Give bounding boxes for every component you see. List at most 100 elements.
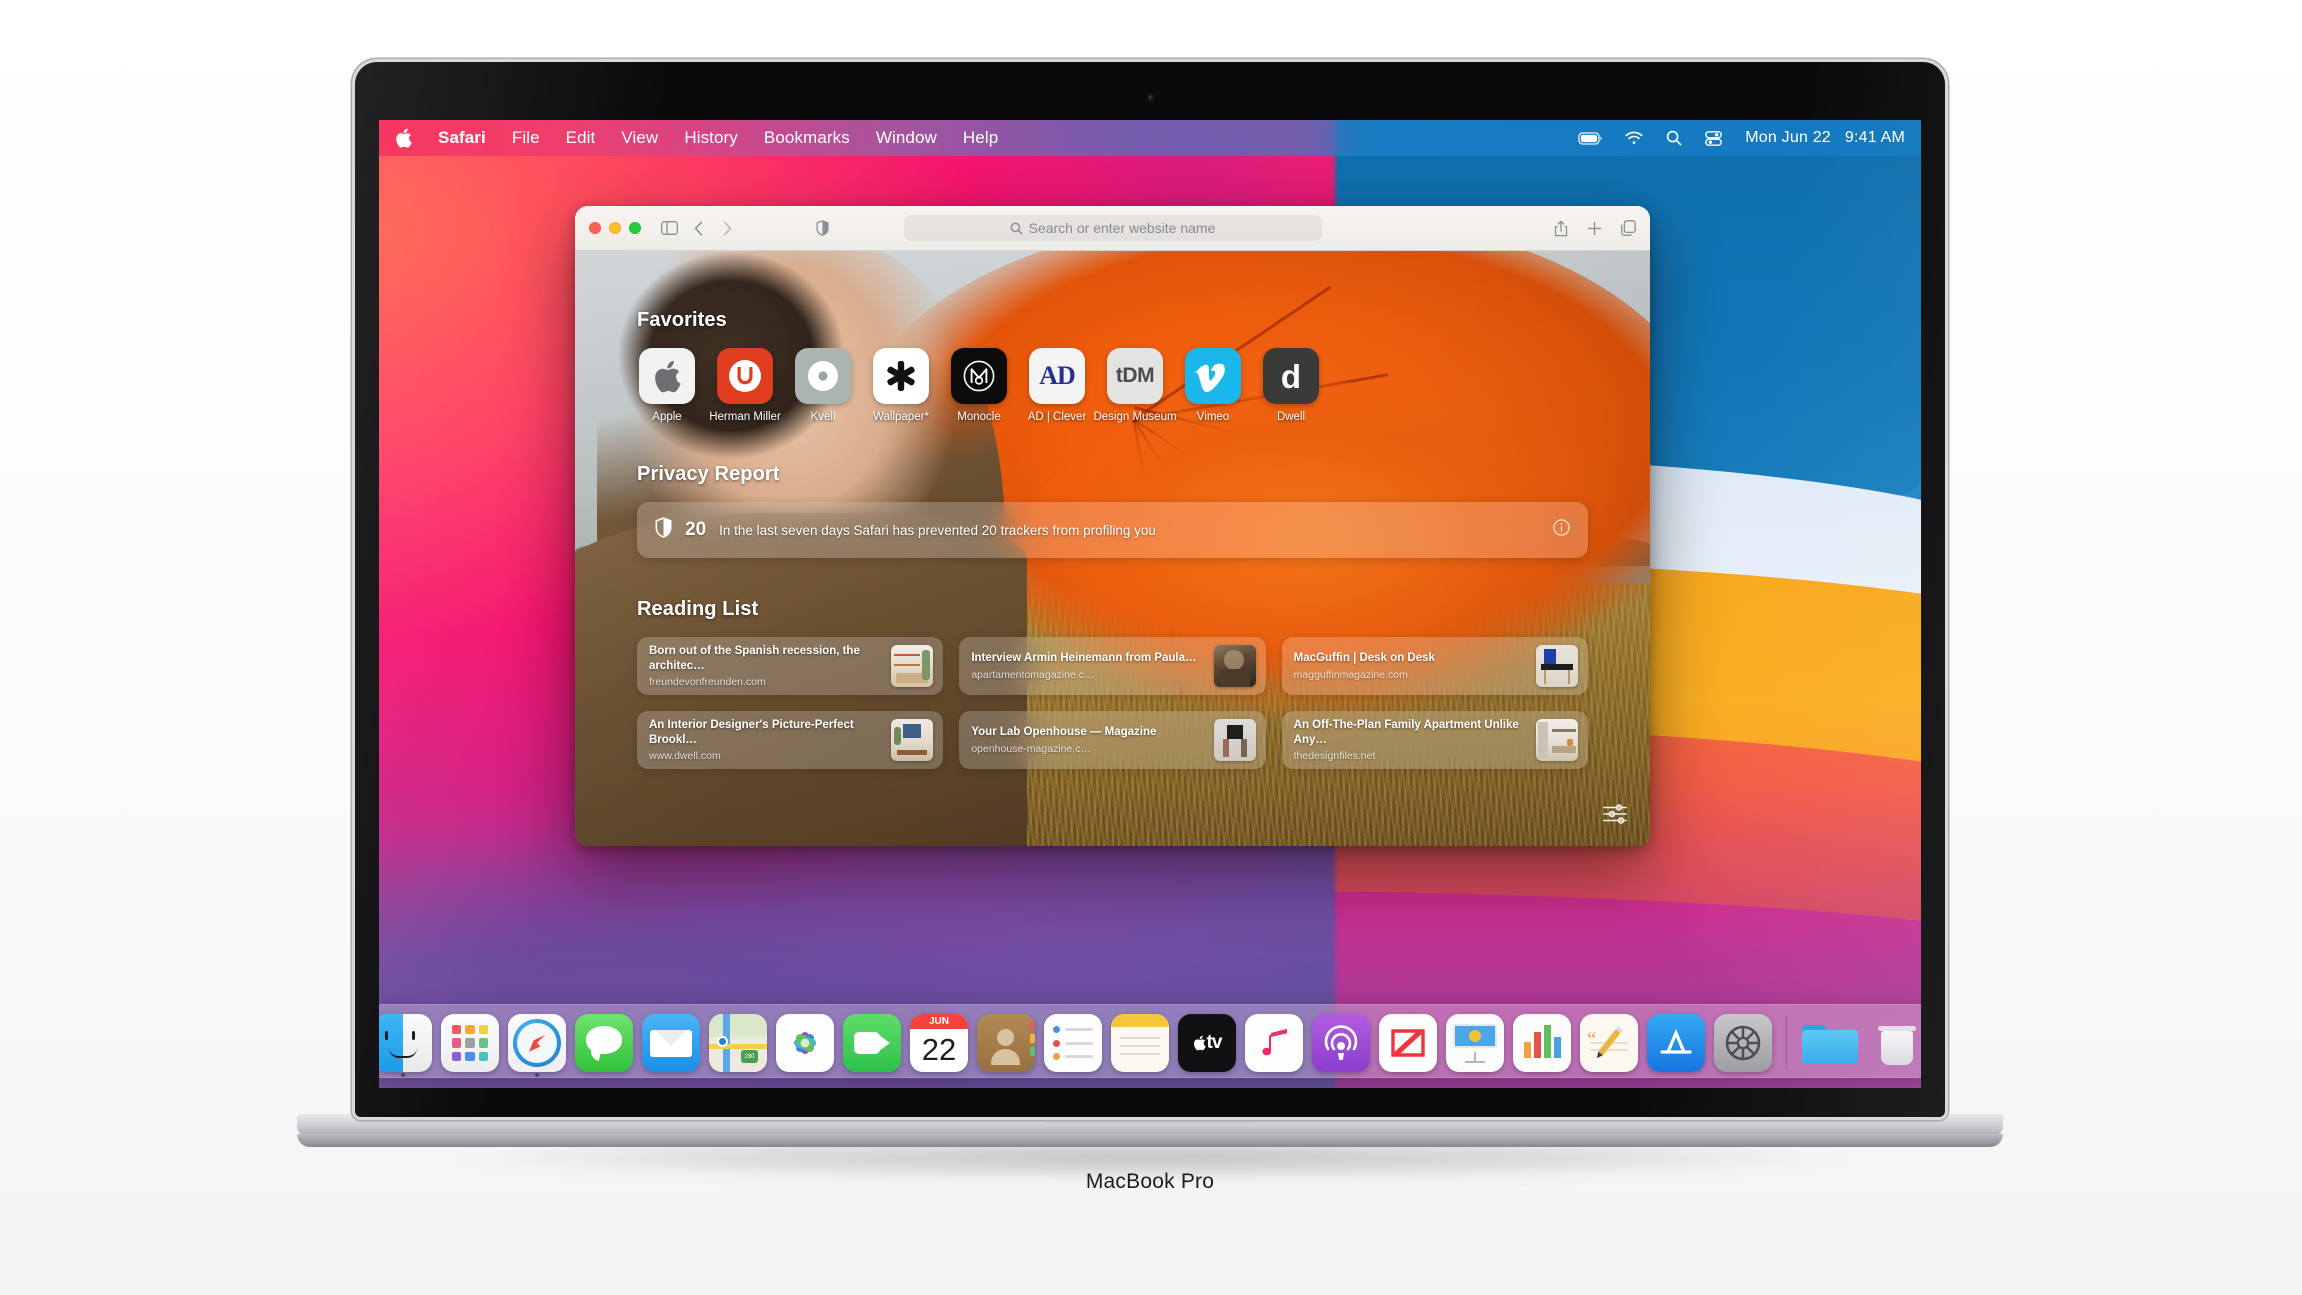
dock-item-notes[interactable] bbox=[1111, 1014, 1169, 1072]
mail-icon bbox=[642, 1014, 700, 1072]
start-page-settings-icon[interactable] bbox=[1602, 803, 1628, 830]
reading-list-item[interactable]: MacGuffin | Desk on Desk magguffinmagazi… bbox=[1281, 637, 1588, 695]
favorites-heading: Favorites bbox=[637, 309, 727, 331]
favorite-ad-clever[interactable]: AD AD | Clever bbox=[1027, 348, 1087, 423]
favorite-herman-miller[interactable]: Herman Miller bbox=[709, 348, 781, 423]
notes-icon bbox=[1111, 1014, 1169, 1072]
dock-item-news[interactable] bbox=[1379, 1014, 1437, 1072]
privacy-report-card[interactable]: 20 In the last seven days Safari has pre… bbox=[637, 502, 1588, 558]
dock-item-maps[interactable]: 280 bbox=[709, 1014, 767, 1072]
sidebar-toggle-icon[interactable] bbox=[661, 221, 678, 235]
favorite-vimeo[interactable]: Vimeo bbox=[1183, 348, 1243, 423]
address-bar[interactable]: Search or enter website name bbox=[903, 215, 1322, 241]
privacy-shield-icon[interactable] bbox=[816, 220, 829, 236]
menu-bar-clock[interactable]: Mon Jun 22 9:41 AM bbox=[1745, 129, 1905, 147]
blue-desk-thumb bbox=[1536, 645, 1578, 687]
dock-item-music[interactable] bbox=[1245, 1014, 1303, 1072]
dock-item-finder[interactable] bbox=[379, 1014, 432, 1077]
close-button[interactable] bbox=[589, 222, 601, 234]
dock-item-keynote[interactable] bbox=[1446, 1014, 1504, 1072]
kitchen-thumb bbox=[1536, 719, 1578, 761]
numbers-icon bbox=[1513, 1014, 1571, 1072]
favorite-design-museum[interactable]: tDM Design Museum bbox=[1093, 348, 1177, 423]
favorite-dwell[interactable]: d Dwell bbox=[1261, 348, 1321, 423]
dock-item-calendar[interactable]: JUN 22 bbox=[910, 1014, 968, 1072]
share-icon[interactable] bbox=[1554, 220, 1568, 237]
reading-list-item[interactable]: An Interior Designer's Picture-Perfect B… bbox=[637, 711, 944, 769]
portrait-dark-thumb bbox=[1213, 645, 1256, 687]
favorite-kvell[interactable]: Kvell bbox=[793, 348, 853, 423]
running-indicator bbox=[401, 1073, 405, 1077]
dock-item-messages[interactable] bbox=[575, 1014, 633, 1072]
favorite-label: Dwell bbox=[1276, 411, 1306, 423]
dock-item-reminders[interactable] bbox=[1044, 1014, 1102, 1072]
favorite-wallpaper[interactable]: Wallpaper* bbox=[871, 348, 931, 423]
wifi-icon[interactable] bbox=[1625, 131, 1643, 145]
app-store-icon bbox=[1647, 1014, 1705, 1072]
dock-item-safari[interactable] bbox=[508, 1014, 566, 1077]
info-icon[interactable] bbox=[1553, 519, 1570, 541]
favorites-grid: Apple Herman Miller Kvell Wallpaper* Mon… bbox=[637, 348, 1588, 423]
battery-icon[interactable] bbox=[1578, 131, 1602, 145]
zoom-button[interactable] bbox=[629, 222, 641, 234]
control-center-icon[interactable] bbox=[1705, 130, 1723, 146]
dock-item-numbers[interactable] bbox=[1513, 1014, 1571, 1072]
dock-item-launchpad[interactable] bbox=[441, 1014, 499, 1072]
reminders-icon bbox=[1044, 1014, 1102, 1072]
plus-icon[interactable] bbox=[1587, 221, 1602, 236]
minimize-button[interactable] bbox=[609, 222, 621, 234]
device-label: MacBook Pro bbox=[1085, 1170, 1215, 1193]
menu-file[interactable]: File bbox=[512, 128, 540, 148]
reading-list-url: openhouse-magazine.c… bbox=[971, 742, 1091, 755]
trash-icon bbox=[1868, 1014, 1921, 1072]
dock-item-podcasts[interactable] bbox=[1312, 1014, 1370, 1072]
menu-history[interactable]: History bbox=[684, 128, 738, 148]
favorite-monocle[interactable]: Monocle bbox=[949, 348, 1009, 423]
menu-view[interactable]: View bbox=[621, 128, 658, 148]
dock-item-system-preferences[interactable] bbox=[1714, 1014, 1772, 1072]
reading-list-title: Your Lab Openhouse — Magazine bbox=[971, 726, 1157, 739]
apple-favicon bbox=[639, 348, 695, 404]
dock-item-app-store[interactable] bbox=[1647, 1014, 1705, 1072]
dock-item-contacts[interactable] bbox=[977, 1014, 1035, 1072]
reading-list-item[interactable]: Interview Armin Heinemann from Paula… ap… bbox=[959, 637, 1266, 695]
favorite-label: AD | Clever bbox=[1027, 411, 1087, 423]
facetime-icon bbox=[843, 1014, 901, 1072]
dock-item-mail[interactable] bbox=[642, 1014, 700, 1072]
wallpaper-favicon bbox=[873, 348, 929, 404]
menu-help[interactable]: Help bbox=[963, 128, 998, 148]
safari-window: Search or enter website name Favorites A… bbox=[575, 206, 1650, 846]
messages-icon bbox=[575, 1014, 633, 1072]
people-box-thumb bbox=[1213, 719, 1256, 761]
menu-edit[interactable]: Edit bbox=[566, 128, 596, 148]
apple-logo-icon[interactable] bbox=[395, 128, 412, 148]
reading-list-item[interactable]: An Off-The-Plan Family Apartment Unlike … bbox=[1281, 711, 1588, 769]
tab-overview-icon[interactable] bbox=[1621, 220, 1636, 236]
menu-safari[interactable]: Safari bbox=[438, 128, 486, 148]
dock-item-photos[interactable] bbox=[776, 1014, 834, 1072]
privacy-message: In the last seven days Safari has preven… bbox=[719, 522, 1156, 538]
dock-item-downloads[interactable] bbox=[1801, 1014, 1859, 1072]
reading-list-item[interactable]: Born out of the Spanish recession, the a… bbox=[637, 637, 944, 695]
reading-list-item[interactable]: Your Lab Openhouse — Magazine openhouse-… bbox=[959, 711, 1266, 769]
back-chevron-icon[interactable] bbox=[694, 221, 703, 236]
favorite-apple[interactable]: Apple bbox=[637, 348, 697, 423]
dock-item-pages[interactable]: “ bbox=[1580, 1014, 1638, 1072]
forward-chevron-icon[interactable] bbox=[723, 221, 732, 236]
menu-window[interactable]: Window bbox=[876, 128, 937, 148]
search-icon[interactable] bbox=[1666, 130, 1682, 146]
favorite-label: Monocle bbox=[957, 411, 1001, 423]
search-icon bbox=[1010, 222, 1023, 235]
finder-icon bbox=[379, 1014, 432, 1072]
dwell-favicon: d bbox=[1263, 348, 1319, 404]
reading-list-grid: Born out of the Spanish recession, the a… bbox=[637, 637, 1588, 769]
laptop-base-lip bbox=[297, 1134, 2003, 1147]
calendar-day: 22 bbox=[921, 1031, 957, 1067]
dock-item-facetime[interactable] bbox=[843, 1014, 901, 1072]
dock-item-trash[interactable] bbox=[1868, 1014, 1921, 1072]
contacts-icon bbox=[977, 1014, 1035, 1072]
dock-item-apple-tv[interactable]: tv bbox=[1178, 1014, 1236, 1072]
dock: 280 JUN 22 tv “ bbox=[379, 1004, 1921, 1078]
menu-bar-date: Mon Jun 22 bbox=[1745, 129, 1831, 146]
menu-bookmarks[interactable]: Bookmarks bbox=[764, 128, 850, 148]
